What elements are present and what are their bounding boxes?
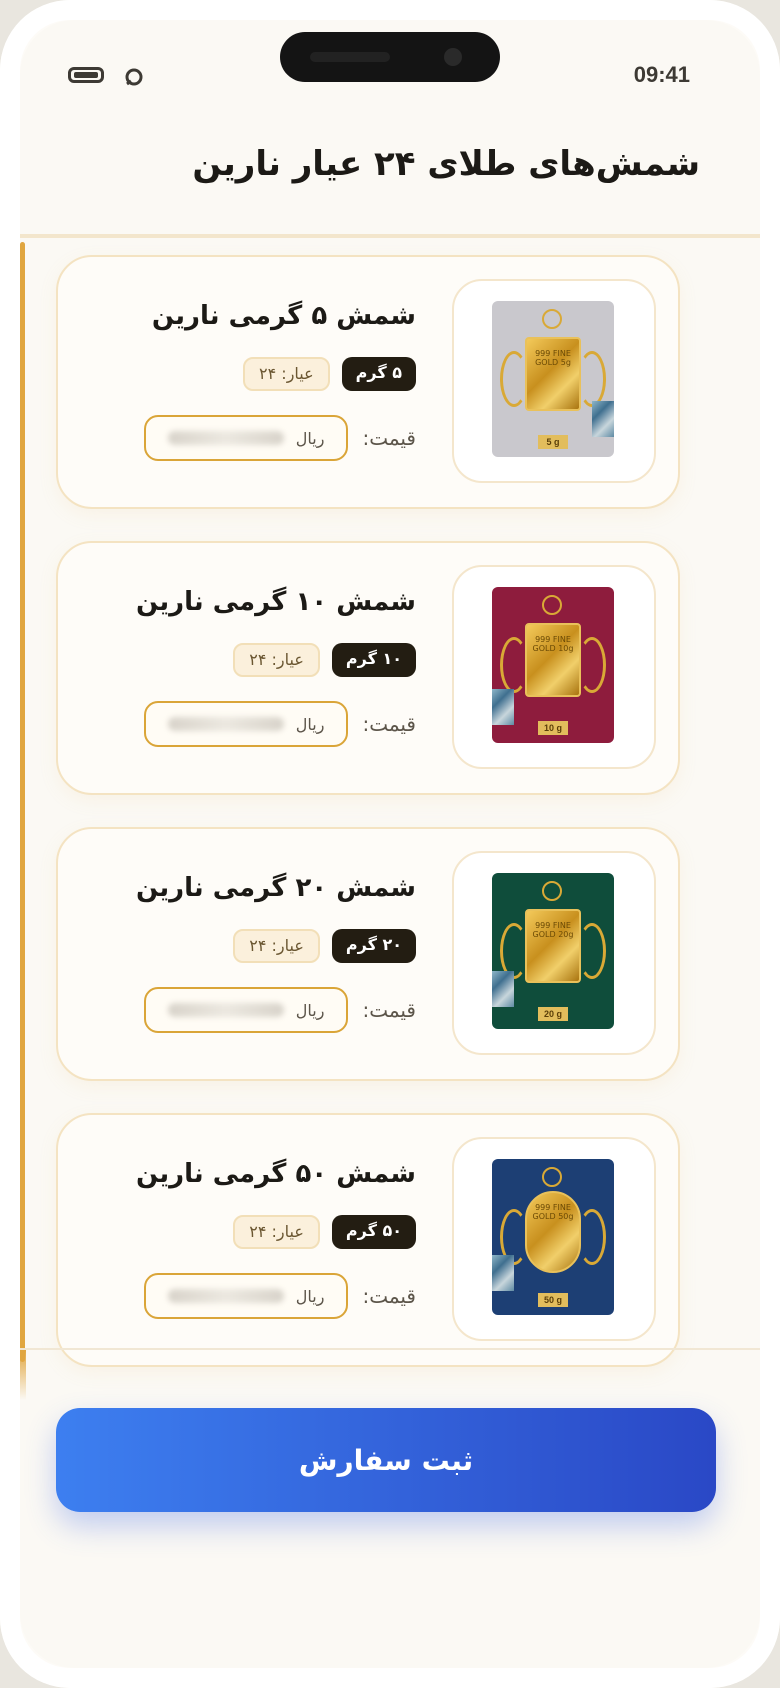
scroll-indicator (20, 242, 25, 1362)
ornament-left (500, 351, 528, 407)
weight-badge: ۵۰ گرم (331, 1215, 416, 1249)
product-card-3[interactable]: 999 FINE GOLD 20g 20 g شمش ۲۰ گرمی نارین… (56, 827, 680, 1081)
ornament-right (578, 351, 606, 407)
gold-bar-text: 999 FINE GOLD 50g (532, 1203, 574, 1221)
price-row: قیمت: ریال (144, 987, 416, 1033)
hologram-icon (492, 1255, 514, 1291)
badge-row: ۲۰ گرم عیار: ۲۴ (233, 929, 416, 963)
gold-bar-text: 999 FINE GOLD 20g (532, 921, 574, 939)
scroll-fade (20, 1350, 26, 1400)
price-value-hidden (168, 717, 284, 731)
price-field[interactable]: ریال (144, 987, 349, 1033)
product-image: 999 FINE GOLD 50g 50 g (492, 1159, 614, 1315)
gold-bar: 999 FINE GOLD 50g (525, 1191, 581, 1273)
product-image-frame: 999 FINE GOLD 5g 5 g (452, 279, 656, 483)
price-unit: ریال (295, 1000, 325, 1020)
hologram-icon (592, 401, 614, 437)
product-info: شمش ۲۰ گرمی نارین ۲۰ گرم عیار: ۲۴ قیمت: … (96, 829, 416, 1079)
price-label: قیمت: (362, 998, 416, 1022)
badge-row: ۱۰ گرم عیار: ۲۴ (233, 643, 416, 677)
product-image: 999 FINE GOLD 10g 10 g (492, 587, 614, 743)
product-image: 999 FINE GOLD 20g 20 g (492, 873, 614, 1029)
product-card-1[interactable]: 999 FINE GOLD 5g 5 g شمش ۵ گرمی نارین ۵ … (56, 255, 680, 509)
price-value-hidden (168, 431, 284, 445)
karat-badge: عیار: ۲۴ (233, 643, 320, 677)
gold-bar-text: 999 FINE GOLD 5g (535, 349, 571, 367)
price-row: قیمت: ریال (144, 1273, 416, 1319)
product-card-2[interactable]: 999 FINE GOLD 10g 10 g شمش ۱۰ گرمی نارین… (56, 541, 680, 795)
karat-badge: عیار: ۲۴ (243, 357, 330, 391)
gold-bar: 999 FINE GOLD 20g (525, 909, 581, 983)
product-image-frame: 999 FINE GOLD 20g 20 g (452, 851, 656, 1055)
hologram-icon (492, 689, 514, 725)
weight-badge: ۱۰ گرم (331, 643, 416, 677)
weight-plate: 50 g (538, 1293, 568, 1307)
product-image-frame: 999 FINE GOLD 10g 10 g (452, 565, 656, 769)
status-time: 09:41 (633, 62, 690, 87)
karat-badge: عیار: ۲۴ (233, 929, 320, 963)
signal-icon (125, 68, 143, 86)
price-label: قیمت: (362, 1284, 416, 1308)
product-info: شمش ۱۰ گرمی نارین ۱۰ گرم عیار: ۲۴ قیمت: … (96, 543, 416, 793)
screen: 09:41 شمش‌های طلای ۲۴ عیار نارین 999 FIN… (20, 20, 760, 1668)
product-image-frame: 999 FINE GOLD 50g 50 g (452, 1137, 656, 1341)
product-info: شمش ۵ گرمی نارین ۵ گرم عیار: ۲۴ قیمت: ری… (96, 257, 416, 507)
crown-icon (542, 881, 562, 901)
battery-icon (68, 67, 104, 83)
crown-icon (542, 309, 562, 329)
price-unit: ریال (295, 714, 325, 734)
gold-bar: 999 FINE GOLD 5g (525, 337, 581, 411)
price-unit: ریال (295, 428, 325, 448)
price-label: قیمت: (362, 426, 416, 450)
ornament-right (578, 637, 606, 693)
crown-icon (542, 1167, 562, 1187)
price-unit: ریال (295, 1286, 325, 1306)
hologram-icon (492, 971, 514, 1007)
gold-bar: 999 FINE GOLD 10g (525, 623, 581, 697)
ornament-left (500, 637, 528, 693)
badge-row: ۵ گرم عیار: ۲۴ (243, 357, 416, 391)
price-field[interactable]: ریال (144, 415, 349, 461)
price-label: قیمت: (362, 712, 416, 736)
ornament-right (578, 1209, 606, 1265)
place-order-button[interactable]: ثبت سفارش (56, 1408, 716, 1512)
product-card-4[interactable]: 999 FINE GOLD 50g 50 g شمش ۵۰ گرمی نارین… (56, 1113, 680, 1367)
price-row: قیمت: ریال (144, 415, 416, 461)
ornament-right (578, 923, 606, 979)
product-name: شمش ۵ گرمی نارین (151, 301, 416, 331)
header-divider (20, 234, 760, 238)
weight-badge: ۵ گرم (341, 357, 416, 391)
price-row: قیمت: ریال (144, 701, 416, 747)
product-name: شمش ۱۰ گرمی نارین (135, 587, 416, 617)
product-name: شمش ۵۰ گرمی نارین (135, 1159, 416, 1189)
price-value-hidden (168, 1003, 284, 1017)
crown-icon (542, 595, 562, 615)
weight-badge: ۲۰ گرم (331, 929, 416, 963)
gold-bar-text: 999 FINE GOLD 10g (532, 635, 574, 653)
karat-badge: عیار: ۲۴ (233, 1215, 320, 1249)
dynamic-island (280, 32, 500, 82)
bottom-divider (20, 1348, 760, 1350)
phone-frame: 09:41 شمش‌های طلای ۲۴ عیار نارین 999 FIN… (0, 0, 780, 1688)
weight-plate: 5 g (538, 435, 568, 449)
weight-plate: 20 g (538, 1007, 568, 1021)
product-info: شمش ۵۰ گرمی نارین ۵۰ گرم عیار: ۲۴ قیمت: … (96, 1115, 416, 1365)
page-title: شمش‌های طلای ۲۴ عیار نارین (192, 144, 700, 184)
product-name: شمش ۲۰ گرمی نارین (135, 873, 416, 903)
price-field[interactable]: ریال (144, 1273, 349, 1319)
price-value-hidden (168, 1289, 284, 1303)
badge-row: ۵۰ گرم عیار: ۲۴ (233, 1215, 416, 1249)
price-field[interactable]: ریال (144, 701, 349, 747)
product-list[interactable]: 999 FINE GOLD 5g 5 g شمش ۵ گرمی نارین ۵ … (56, 255, 680, 1399)
weight-plate: 10 g (538, 721, 568, 735)
product-image: 999 FINE GOLD 5g 5 g (492, 301, 614, 457)
